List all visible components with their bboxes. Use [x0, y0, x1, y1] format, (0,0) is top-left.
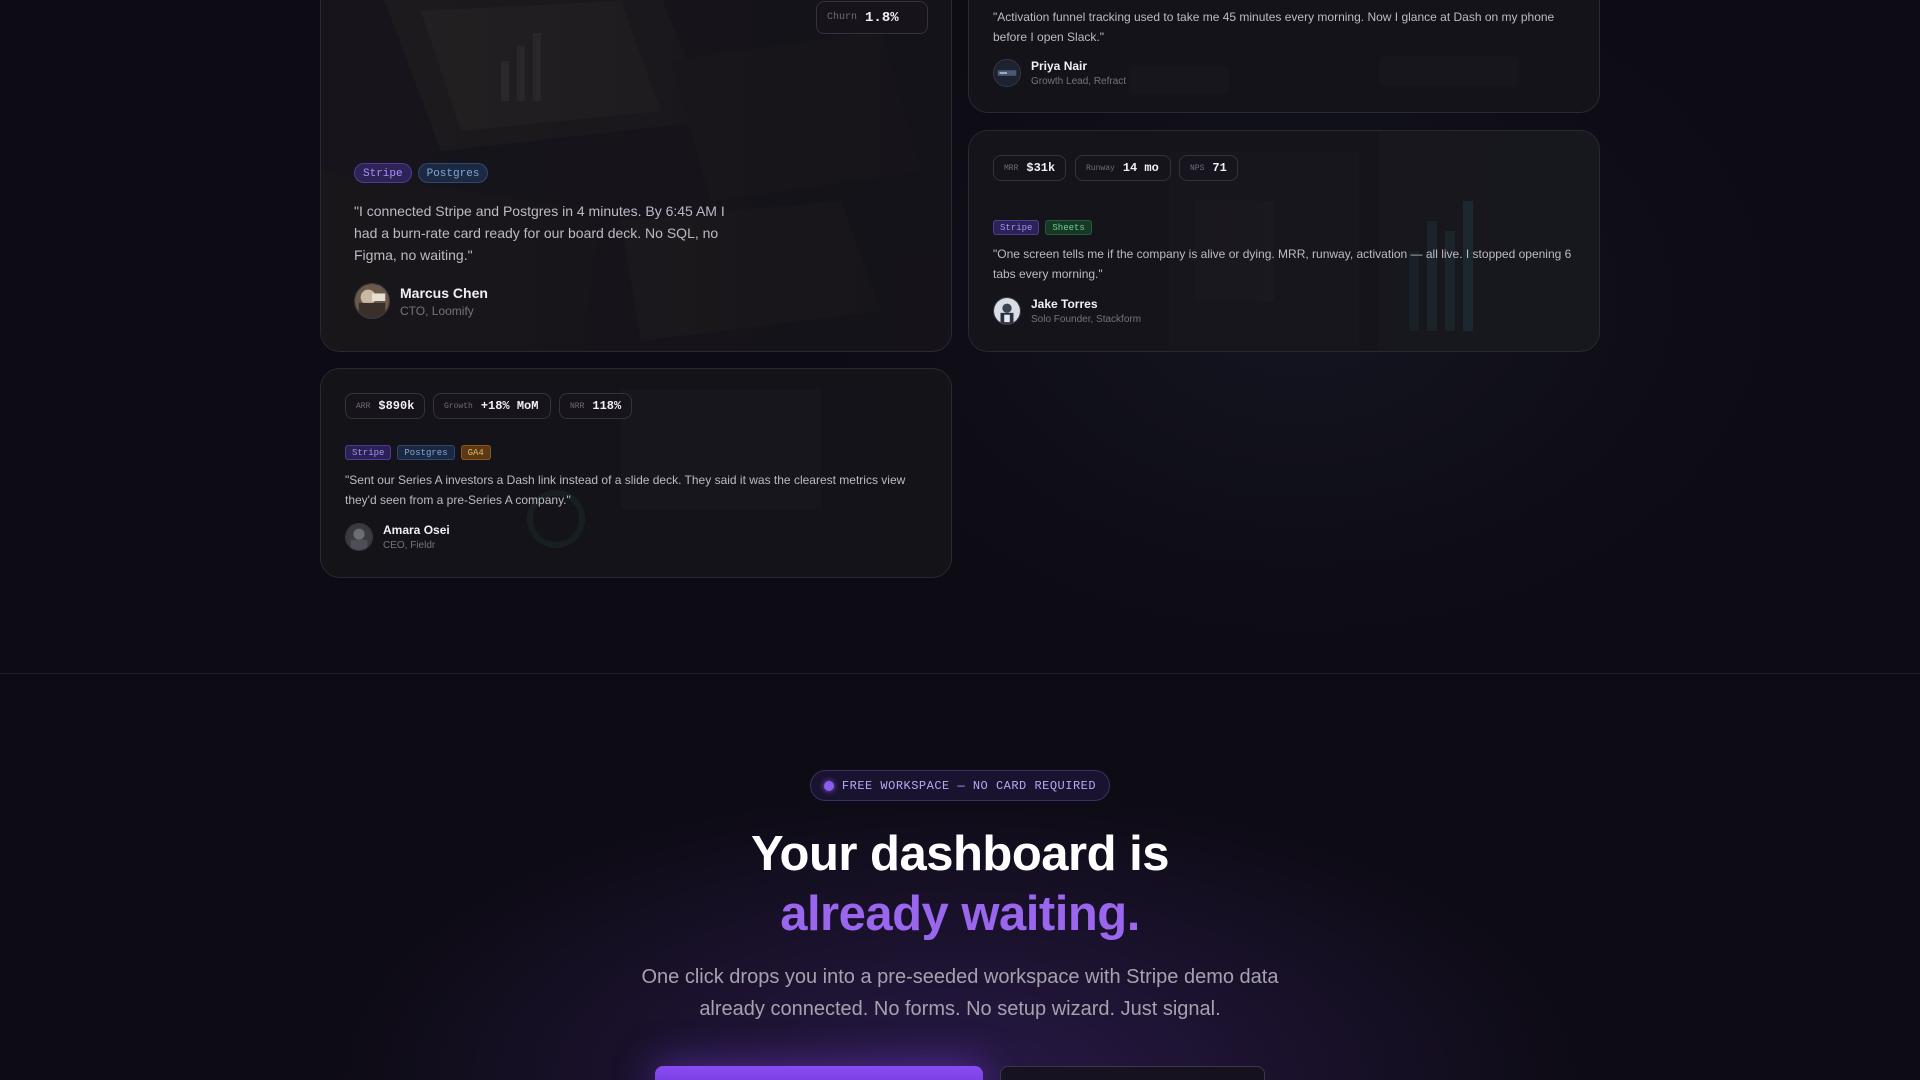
cta-headline-line-2: already waiting.	[780, 887, 1140, 941]
author-role: CEO, Fieldr	[383, 540, 436, 551]
testimonial-card-jake: MRR $31k Runway 14 mo NPS 71 Stripe Shee…	[968, 130, 1600, 352]
metric-key: NRR	[570, 401, 585, 411]
metric-key: Churn	[827, 12, 858, 23]
metric-value: $31k	[1026, 161, 1056, 175]
testimonial-card-marcus: Churn 1.8% Stripe Postgres "I connected …	[320, 0, 952, 352]
author-role: Growth Lead, Refract	[1031, 76, 1127, 87]
testimonial-quote: "Activation funnel tracking used to take…	[993, 10, 1555, 44]
author-name: Marcus Chen	[400, 284, 488, 301]
author: Priya Nair Growth Lead, Refract	[993, 59, 1126, 87]
metric-runway: Runway 14 mo	[1075, 155, 1171, 181]
metric-nrr: NRR 118%	[559, 393, 632, 419]
secondary-cta-button[interactable]	[1000, 1066, 1265, 1080]
free-workspace-badge: FREE WORKSPACE — NO CARD REQUIRED	[810, 770, 1110, 801]
metric-key: Growth	[444, 401, 473, 411]
avatar	[993, 297, 1021, 325]
avatar	[354, 283, 390, 319]
author: Marcus Chen CTO, Loomify	[354, 283, 488, 319]
testimonial-quote: "I connected Stripe and Postgres in 4 mi…	[354, 203, 725, 263]
author-name: Jake Torres	[1031, 297, 1098, 311]
metric-value: 118%	[592, 399, 622, 413]
author-role: CTO, Loomify	[400, 303, 474, 318]
integration-tags: Stripe Postgres	[354, 163, 489, 183]
author: Amara Osei CEO, Fieldr	[345, 523, 450, 551]
avatar	[345, 523, 373, 551]
metric-value: 14 mo	[1122, 161, 1159, 175]
author: Jake Torres Solo Founder, Stackform	[993, 297, 1141, 325]
page: Churn 1.8% Stripe Postgres "I connected …	[0, 0, 1920, 1080]
testimonial-quote: "Sent our Series A investors a Dash link…	[345, 473, 906, 507]
testimonial-card-priya: "Activation funnel tracking used to take…	[968, 0, 1600, 113]
avatar	[993, 59, 1021, 87]
metric-value: +18% MoM	[480, 399, 539, 413]
badge-text: FREE WORKSPACE — NO CARD REQUIRED	[841, 778, 1097, 793]
author-role: Solo Founder, Stackform	[1031, 314, 1142, 325]
tag-stripe: Stripe	[345, 445, 392, 460]
tag-stripe: Stripe	[354, 163, 412, 183]
tag-stripe: Stripe	[993, 220, 1040, 235]
metric-arr: ARR $890k	[345, 393, 425, 419]
status-dot-icon	[823, 780, 834, 791]
metric-mrr: MRR $31k	[993, 155, 1066, 181]
metric-key: NPS	[1190, 163, 1205, 173]
metric-key: MRR	[1004, 163, 1019, 173]
metric-key: Runway	[1086, 163, 1115, 173]
author-name: Amara Osei	[383, 523, 450, 537]
metric-nps: NPS 71	[1179, 155, 1238, 181]
tag-postgres: Postgres	[397, 445, 455, 460]
tag-ga4: GA4	[460, 445, 491, 460]
metric-value: 71	[1212, 161, 1227, 175]
metric-key: ARR	[356, 401, 371, 411]
cta-subtext: One click drops you into a pre-seeded wo…	[641, 966, 1279, 1020]
integration-tags: Stripe Sheets	[993, 220, 1092, 235]
metric-value: 1.8%	[865, 9, 899, 26]
testimonial-quote: "One screen tells me if the company is a…	[993, 247, 1572, 281]
metric-value: $890k	[378, 399, 415, 413]
tag-sheets: Sheets	[1045, 220, 1092, 235]
cta-headline-line-1: Your dashboard is	[750, 827, 1170, 881]
metric-growth: Growth +18% MoM	[433, 393, 551, 419]
testimonial-card-amara: ARR $890k Growth +18% MoM NRR 118% Strip…	[320, 368, 952, 578]
section-divider	[0, 673, 1920, 674]
tag-postgres: Postgres	[417, 163, 489, 183]
integration-tags: Stripe Postgres GA4	[345, 445, 491, 460]
author-name: Priya Nair	[1031, 59, 1088, 73]
primary-cta-button[interactable]	[655, 1066, 983, 1080]
metric-churn: Churn 1.8%	[816, 1, 928, 34]
